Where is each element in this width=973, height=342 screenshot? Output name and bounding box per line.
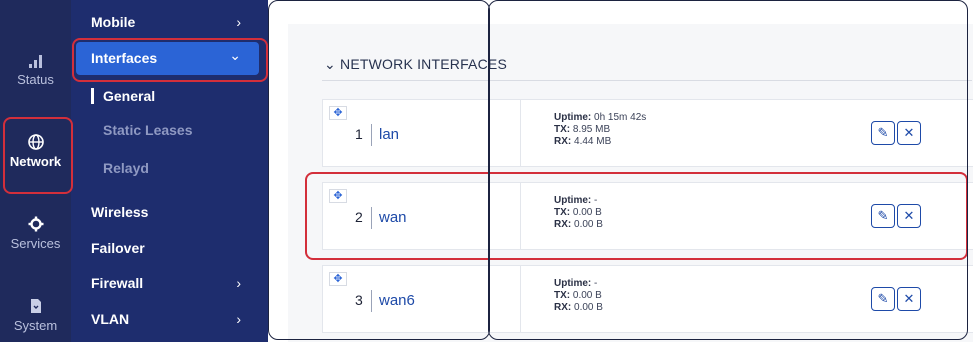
- menu-item-vlan[interactable]: VLAN ›: [91, 311, 261, 327]
- chevron-right-icon: ›: [236, 311, 241, 327]
- menu-label-mobile: Mobile: [91, 14, 136, 30]
- menu-label-failover: Failover: [91, 240, 145, 256]
- menu-item-wireless[interactable]: Wireless: [91, 204, 261, 220]
- menu-label-vlan: VLAN: [91, 311, 130, 327]
- menu-label-firewall: Firewall: [91, 275, 144, 291]
- menu-item-failover[interactable]: Failover: [91, 240, 261, 256]
- rail-label-status: Status: [17, 72, 54, 87]
- annotation-outline-left: [268, 0, 490, 340]
- gear-icon: [28, 216, 43, 232]
- annotation-interfaces-highlight: [72, 38, 268, 82]
- rail-item-status[interactable]: Status: [0, 54, 71, 87]
- submenu-item-relayd[interactable]: Relayd: [91, 160, 149, 176]
- document-icon: [30, 299, 41, 313]
- submenu-item-static-leases[interactable]: Static Leases: [91, 122, 193, 138]
- chevron-right-icon: ›: [236, 14, 241, 30]
- menu-label-wireless: Wireless: [91, 204, 149, 220]
- menu-item-firewall[interactable]: Firewall ›: [91, 275, 261, 291]
- annotation-outline-right: [488, 0, 968, 340]
- chevron-right-icon: ›: [236, 275, 241, 291]
- menu-item-mobile[interactable]: Mobile ›: [91, 14, 261, 30]
- rail-label-services: Services: [10, 236, 61, 251]
- annotation-network-highlight: [3, 117, 73, 194]
- rail-item-services[interactable]: Services: [0, 216, 71, 251]
- rail-item-system[interactable]: System: [0, 298, 71, 333]
- signal-bars-icon: [28, 55, 42, 68]
- submenu-item-general[interactable]: General: [91, 88, 155, 104]
- rail-label-system: System: [13, 318, 58, 333]
